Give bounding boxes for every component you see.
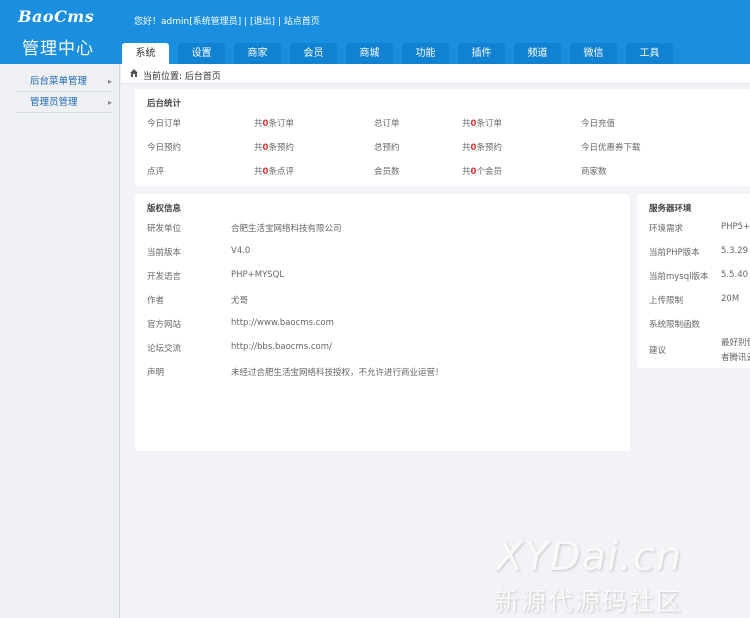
info-label: 环境需求 — [649, 224, 684, 234]
stat-value: 共0条预约 — [254, 143, 294, 153]
stat-label: 今日充值 — [581, 119, 616, 129]
stat-label: 会员数 — [374, 167, 400, 177]
info-value: PHP+MYSQL — [231, 270, 285, 280]
top-header: BaoCms 管理中心 您好！admin[系统管理员] | [退出] | 站点首… — [0, 0, 750, 64]
info-label: 声明 — [147, 368, 165, 378]
info-label: 当前PHP版本 — [649, 248, 700, 258]
app-title: 管理中心 — [22, 39, 94, 59]
info-label: 研发单位 — [147, 224, 182, 234]
panel-title: 后台统计 — [147, 99, 182, 109]
tab-merchant[interactable]: 商家 — [234, 43, 281, 64]
sidebar-item-label: 后台菜单管理 — [30, 76, 88, 87]
stat-label: 总订单 — [374, 119, 400, 129]
info-value: 5.5.40 — [721, 270, 749, 280]
logo: BaoCms — [18, 7, 95, 26]
info-label: 建议 — [649, 346, 667, 356]
stat-value: 共0条订单 — [462, 119, 502, 129]
server-panel: 服务器环境 环境需求 PHP5+ 当前PHP版本 5.3.29 当前mysql版… — [637, 194, 750, 368]
separator: | — [241, 17, 250, 27]
tab-settings[interactable]: 设置 — [178, 43, 225, 64]
breadcrumb: 当前位置: 后台首页 — [121, 64, 750, 84]
tab-mall[interactable]: 商城 — [346, 43, 393, 64]
info-value: 尤哥 — [231, 296, 249, 306]
chevron-right-icon: ▸ — [107, 77, 112, 86]
info-label: 作者 — [147, 296, 165, 306]
tab-wechat[interactable]: 微信 — [570, 43, 617, 64]
info-value: 20M — [721, 294, 740, 304]
website-link[interactable]: http://www.baocms.com — [231, 318, 334, 328]
stat-value: 共0个会员 — [462, 167, 502, 177]
info-label: 开发语言 — [147, 272, 182, 282]
sidebar-item-admin-manage[interactable]: 管理员管理 ▸ — [16, 93, 112, 113]
watermark-subtext: 新源代源码社区 — [494, 587, 684, 616]
breadcrumb-text: 当前位置: 后台首页 — [143, 72, 221, 82]
welcome-bar: 您好！admin[系统管理员] | [退出] | 站点首页 — [134, 14, 320, 27]
stat-value: 共0条点评 — [254, 167, 294, 177]
copyright-panel: 版权信息 研发单位 合肥生活宝网络科技有限公司 当前版本 V4.0 开发语言 P… — [135, 194, 630, 451]
tab-plugin[interactable]: 插件 — [458, 43, 505, 64]
stat-label: 点评 — [147, 167, 165, 177]
stat-value: 共0条订单 — [254, 119, 294, 129]
stat-label: 总预约 — [374, 143, 400, 153]
info-value: PHP5+ — [721, 222, 750, 232]
info-value: 合肥生活宝网络科技有限公司 — [231, 224, 342, 234]
info-value: 未经过合肥生活宝网络科技授权，不允许进行商业运营！ — [231, 368, 444, 378]
brand: BaoCms 管理中心 — [0, 0, 120, 64]
stat-label: 今日订单 — [147, 119, 182, 129]
forum-link[interactable]: http://bbs.baocms.com/ — [231, 342, 332, 352]
sidebar-item-menu-manage[interactable]: 后台菜单管理 ▸ — [16, 72, 112, 92]
tab-system[interactable]: 系统 — [122, 43, 169, 64]
site-home-link[interactable]: 站点首页 — [284, 17, 320, 27]
info-label: 论坛交流 — [147, 344, 182, 354]
logout-link[interactable]: [退出] — [250, 17, 275, 27]
sidebar-item-label: 管理员管理 — [30, 97, 78, 108]
panel-title: 服务器环境 — [649, 204, 692, 214]
stats-panel: 后台统计 今日订单 共0条订单 总订单 共0条订单 今日充值 今日预约 共0条预… — [135, 89, 750, 186]
info-value: 者腾讯云 — [721, 353, 750, 363]
info-label: 上传限制 — [649, 296, 684, 306]
chevron-right-icon: ▸ — [107, 98, 112, 107]
stat-label: 今日优惠券下载 — [581, 143, 641, 153]
info-label: 当前mysql版本 — [649, 272, 709, 282]
stat-label: 今日预约 — [147, 143, 182, 153]
tab-function[interactable]: 功能 — [402, 43, 449, 64]
stat-value: 共0条预约 — [462, 143, 502, 153]
info-label: 官方网站 — [147, 320, 182, 330]
tab-channel[interactable]: 频道 — [514, 43, 561, 64]
info-label: 当前版本 — [147, 248, 182, 258]
info-label: 系统限制函数 — [649, 320, 701, 330]
watermark-text: XYDai.cn — [496, 534, 683, 580]
home-icon — [130, 69, 138, 77]
sidebar: 后台菜单管理 ▸ 管理员管理 ▸ — [0, 64, 120, 618]
info-value: 5.3.29 — [721, 246, 749, 256]
info-value: 最好别使 — [721, 338, 750, 348]
separator: | — [275, 17, 284, 27]
info-value: V4.0 — [231, 246, 251, 256]
panel-title: 版权信息 — [147, 204, 182, 214]
tab-member[interactable]: 会员 — [290, 43, 337, 64]
stat-label: 商家数 — [581, 167, 607, 177]
tab-tools[interactable]: 工具 — [626, 43, 673, 64]
greeting-text: 您好！admin[系统管理员] — [134, 17, 242, 27]
